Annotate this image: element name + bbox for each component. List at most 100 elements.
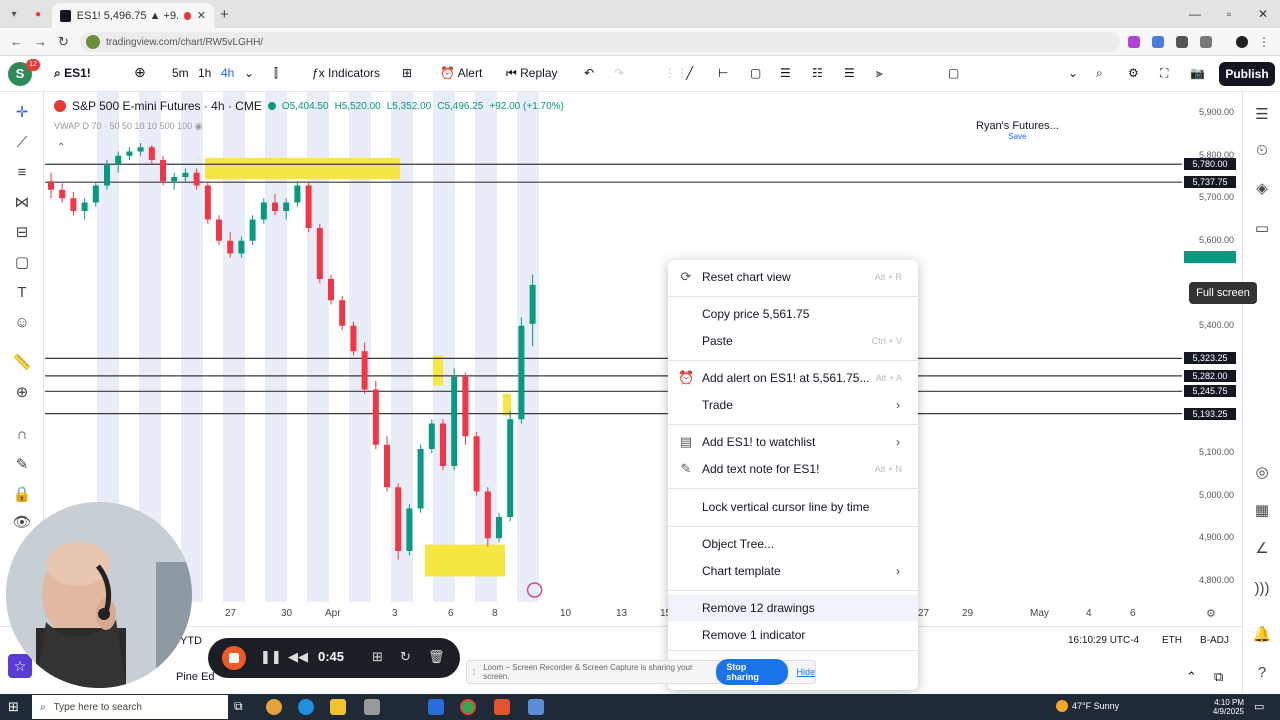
layout-icon[interactable]: ▢ — [948, 66, 959, 80]
fullscreen-icon[interactable]: ⛶ — [1160, 66, 1168, 81]
adjustment-toggle[interactable]: B-ADJ — [1200, 635, 1229, 646]
taskbar-app-icon[interactable] — [266, 699, 282, 715]
redo-icon[interactable]: ↷ — [614, 66, 624, 80]
browser-menu-icon[interactable]: ⋮ — [1258, 36, 1270, 48]
candlestick-chart-svg[interactable] — [45, 92, 1182, 602]
watchlist-icon[interactable]: ☰ — [1252, 104, 1272, 124]
stop-sharing-button[interactable]: Stop sharing — [716, 659, 789, 685]
outlook-icon[interactable] — [428, 699, 444, 715]
range-ytd[interactable]: YTD — [180, 635, 202, 647]
reload-icon[interactable]: ↻ — [58, 34, 69, 50]
text-tool-icon[interactable]: T — [12, 282, 32, 302]
fib-extension-icon[interactable]: ☰ — [844, 66, 855, 80]
axis-settings-icon[interactable]: ⚙ — [1206, 607, 1216, 620]
trend-line-tool-icon[interactable]: ⟋ — [12, 132, 32, 152]
visibility-eye-icon[interactable]: ◉ — [195, 121, 203, 131]
templates-icon[interactable]: ⊞ — [402, 66, 412, 80]
back-icon[interactable]: ← — [10, 34, 23, 49]
time-axis[interactable]: 27 30 Apr 3 6 8 10 13 15 27 29 May 4 6 — [45, 602, 1242, 626]
chart-template-item[interactable]: Chart template › — [668, 558, 918, 584]
url-field[interactable]: tradingview.com/chart/RW5vLGHH/ — [80, 32, 1120, 52]
add-alert-item[interactable]: ⏰ Add alert on ES1! at 5,561.75... Alt + A — [668, 365, 918, 391]
interval-dropdown-icon[interactable]: ⌄ — [244, 66, 254, 80]
lock-cursor-item[interactable]: Lock vertical cursor line by time — [668, 494, 918, 520]
collapse-legend-icon[interactable]: ⌃ — [57, 142, 65, 153]
loom-stop-button[interactable] — [222, 646, 246, 670]
snapshot-camera-icon[interactable]: 📷 — [1190, 66, 1205, 80]
loom-restart-icon[interactable]: ↻ — [400, 649, 411, 665]
chat-icon[interactable]: ▭ — [1252, 218, 1272, 238]
loom-delete-icon[interactable]: 🗑 — [428, 649, 445, 665]
fib-retracement-icon[interactable]: ☷ — [812, 66, 823, 80]
webcam-bubble[interactable] — [6, 502, 192, 688]
interval-4h[interactable]: 4h — [221, 66, 234, 80]
vwap-indicator-legend[interactable]: VWAP D 70 · 50 50 10 10 500 100 ◉ — [54, 121, 202, 132]
trade-item[interactable]: Trade › — [668, 392, 918, 418]
favorites-star-icon[interactable]: ☆ — [8, 654, 32, 678]
extensions-puzzle-icon[interactable] — [1200, 36, 1212, 48]
add-text-note-item[interactable]: ✎ Add text note for ES1! Alt + N — [668, 456, 918, 482]
compare-symbol-icon[interactable]: ⊕ — [134, 64, 146, 81]
quick-search-icon[interactable]: ⌕ — [1096, 66, 1103, 81]
alerts-clock-icon[interactable]: ⏲ — [1252, 140, 1272, 160]
extension-icon[interactable] — [1128, 36, 1140, 48]
pine-editor-tab[interactable]: Pine Ed — [176, 671, 215, 683]
calendar-icon[interactable]: ▦ — [1252, 500, 1272, 520]
new-tab-icon[interactable]: + — [220, 6, 229, 23]
minimize-icon[interactable]: — — [1178, 0, 1212, 28]
shape-tool-icon[interactable]: ▢ — [12, 252, 32, 272]
hide-drawings-icon[interactable]: 👁 — [12, 512, 32, 532]
close-tab-icon[interactable]: ✕ — [197, 9, 206, 22]
windows-start-icon[interactable]: ⊞ — [8, 700, 22, 714]
help-icon[interactable]: ? — [1252, 662, 1272, 682]
fib-tool-icon[interactable]: ≡ — [12, 162, 32, 182]
remove-drawings-item[interactable]: Remove 12 drawings — [668, 595, 918, 621]
hide-notice-link[interactable]: Hide — [796, 667, 815, 677]
file-explorer-icon[interactable] — [330, 699, 346, 715]
paste-item[interactable]: Paste Ctrl + V — [668, 328, 918, 354]
layout-dropdown-icon[interactable]: ⌄ — [1068, 66, 1078, 80]
taskbar-app-icon[interactable] — [528, 699, 544, 715]
indicators-button[interactable]: ƒx Indicators — [312, 66, 380, 80]
loom-grid-icon[interactable]: ⊞ — [372, 649, 383, 665]
copy-price-item[interactable]: Copy price 5,561.75 — [668, 301, 918, 327]
layers-icon[interactable]: ◈ — [1252, 178, 1272, 198]
maximize-icon[interactable]: ▫ — [1212, 0, 1246, 28]
site-info-icon[interactable] — [86, 35, 100, 49]
notifications-bell-icon[interactable]: 🔔 — [1252, 624, 1272, 644]
pattern-tool-icon[interactable]: ⋈ — [12, 192, 32, 212]
taskbar-weather[interactable]: 47°F Sunny — [1056, 700, 1119, 712]
tab-search-icon[interactable]: ▾ — [6, 6, 22, 22]
price-chart[interactable] — [45, 92, 1182, 602]
trend-line-icon[interactable]: ╱ — [686, 66, 693, 80]
close-window-icon[interactable]: ✕ — [1246, 0, 1280, 28]
publish-button[interactable]: Publish — [1219, 62, 1275, 86]
profile-icon[interactable] — [1236, 36, 1248, 48]
parallel-channel-icon[interactable]: ☰ — [780, 66, 791, 80]
price-axis[interactable]: 5,900.00 5,800.00 5,700.00 5,600.00 5,400.00… — [1182, 92, 1242, 602]
forward-icon[interactable]: → — [34, 34, 47, 49]
ruler-icon[interactable]: 📏 — [12, 352, 32, 372]
symbol-search-button[interactable]: ⌕ ES1! — [54, 66, 91, 81]
alert-button[interactable]: ⏰ Alert — [440, 66, 482, 80]
edge-browser-icon[interactable] — [298, 699, 314, 715]
drawing-mode-icon[interactable]: ✎ — [12, 454, 32, 474]
collapse-panel-icon[interactable]: ⌃ — [1186, 669, 1197, 685]
rectangle-icon[interactable]: ▢ — [750, 66, 761, 80]
chrome-icon[interactable] — [460, 699, 476, 715]
crosshair-icon[interactable]: ✛ — [12, 102, 32, 122]
forecast-tool-icon[interactable]: ⊟ — [12, 222, 32, 242]
undo-icon[interactable]: ↶ — [584, 66, 594, 80]
extension-icon[interactable] — [1176, 36, 1188, 48]
lock-drawings-icon[interactable]: 🔒 — [12, 484, 32, 504]
notification-center-icon[interactable]: ▭ — [1254, 700, 1264, 713]
taskbar-search-box[interactable]: ⌕ Type here to search — [32, 695, 228, 719]
task-view-icon[interactable]: ⧉ — [234, 699, 250, 715]
emoji-tool-icon[interactable]: ☺ — [12, 312, 32, 332]
object-tree-item[interactable]: Object Tree... — [668, 531, 918, 557]
magnet-icon[interactable]: ∩ — [12, 424, 32, 444]
extension-icon[interactable] — [1152, 36, 1164, 48]
feed-icon[interactable]: ))) — [1252, 578, 1272, 598]
interval-5m[interactable]: 5m — [172, 66, 189, 80]
horizontal-ray-icon[interactable]: ⊢ — [718, 66, 728, 80]
